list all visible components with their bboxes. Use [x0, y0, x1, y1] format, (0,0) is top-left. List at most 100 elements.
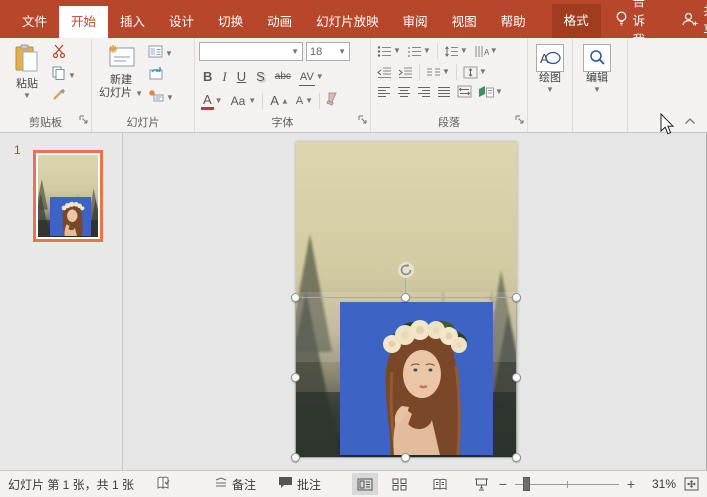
- fit-slide-to-window-button[interactable]: [684, 477, 699, 491]
- line-spacing-button[interactable]: ▼: [442, 44, 470, 59]
- notes-button[interactable]: 备注: [214, 476, 256, 493]
- slide-canvas[interactable]: [123, 133, 707, 470]
- text-direction-button[interactable]: A ▼: [472, 44, 500, 59]
- text-shadow-button[interactable]: S: [252, 68, 269, 86]
- slide-layout-icon: [148, 45, 163, 63]
- font-size-combo[interactable]: 18 ▼: [306, 42, 350, 61]
- chevron-down-icon: ▼: [442, 68, 450, 76]
- lightbulb-icon: [615, 11, 628, 27]
- slides-group-label: 幻灯片: [92, 114, 194, 130]
- change-case-glyph: Aa: [229, 92, 248, 110]
- clear-formatting-button[interactable]: [324, 92, 340, 111]
- tab-insert[interactable]: 插入: [108, 7, 157, 38]
- chevron-down-icon: ▼: [593, 86, 601, 94]
- tab-animations[interactable]: 动画: [255, 7, 304, 38]
- editing-label: 编辑: [586, 72, 608, 85]
- chevron-down-icon: ▼: [546, 86, 554, 94]
- tab-help[interactable]: 帮助: [489, 7, 538, 38]
- distribute-text-button[interactable]: [455, 84, 474, 99]
- resize-handle-bottom-center[interactable]: [401, 453, 410, 462]
- chevron-down-icon: ▼: [291, 48, 299, 56]
- slide-thumbnail-1[interactable]: [33, 150, 103, 242]
- slide-layout-button[interactable]: ▼: [148, 45, 174, 62]
- align-left-button[interactable]: [375, 85, 393, 99]
- justify-button[interactable]: [435, 85, 453, 99]
- section-button[interactable]: ▼: [148, 89, 174, 106]
- resize-handle-middle-right[interactable]: [512, 373, 521, 382]
- resize-handle-bottom-right[interactable]: [512, 453, 521, 462]
- tab-home[interactable]: 开始: [59, 6, 108, 38]
- zoom-percentage[interactable]: 31%: [644, 477, 676, 491]
- font-name-combo[interactable]: ▼: [199, 42, 303, 61]
- chevron-down-icon: ▼: [460, 47, 468, 55]
- numbering-button[interactable]: ▼: [405, 44, 433, 59]
- tab-view[interactable]: 视图: [440, 7, 489, 38]
- rotation-handle[interactable]: [397, 261, 415, 279]
- strikethrough-button[interactable]: abc: [271, 68, 295, 86]
- tab-slideshow[interactable]: 幻灯片放映: [304, 7, 391, 38]
- character-spacing-button[interactable]: AV ▼: [297, 67, 326, 87]
- chevron-down-icon: ▼: [316, 73, 324, 81]
- format-painter-button[interactable]: [52, 89, 76, 106]
- paste-button[interactable]: 粘贴 ▼: [4, 42, 50, 100]
- comments-button[interactable]: 批注: [278, 476, 321, 493]
- underline-button[interactable]: U: [233, 68, 250, 86]
- ribbon: 粘贴 ▼ ▼ 剪贴板: [0, 38, 707, 133]
- resize-handle-middle-left[interactable]: [291, 373, 300, 382]
- reset-slide-button[interactable]: [148, 67, 174, 84]
- change-case-button[interactable]: Aa ▼: [227, 91, 259, 111]
- font-color-glyph: A: [201, 93, 214, 110]
- paste-label: 粘贴: [16, 78, 38, 91]
- font-color-button[interactable]: A ▼: [199, 92, 225, 111]
- thumbnail-scene: [38, 155, 98, 237]
- normal-view-button[interactable]: [352, 473, 378, 495]
- resize-handle-top-right[interactable]: [512, 293, 521, 302]
- shrink-font-glyph: A: [295, 92, 304, 110]
- section-icon: [148, 89, 164, 107]
- increase-font-size-button[interactable]: A ▼: [267, 91, 291, 111]
- resize-handle-top-center[interactable]: [401, 293, 410, 302]
- align-right-button[interactable]: [415, 85, 433, 99]
- clipboard-dialog-launcher[interactable]: [79, 111, 88, 129]
- new-slide-button[interactable]: 新建 幻灯片 ▼: [96, 42, 146, 100]
- tab-design[interactable]: 设计: [157, 7, 206, 38]
- divider: [419, 64, 420, 80]
- share-button[interactable]: 共享: [681, 0, 707, 38]
- resize-handle-bottom-left[interactable]: [291, 453, 300, 462]
- align-text-vertical-button[interactable]: ▼: [461, 65, 489, 80]
- scissors-icon: [52, 44, 67, 63]
- font-dialog-launcher[interactable]: [358, 111, 367, 129]
- increase-indent-button[interactable]: [396, 65, 415, 80]
- chevron-down-icon: ▼: [305, 97, 313, 105]
- convert-to-smartart-button[interactable]: ▼: [476, 84, 505, 99]
- slide-sorter-view-button[interactable]: [386, 473, 412, 495]
- bullets-button[interactable]: ▼: [375, 44, 403, 59]
- zoom-slider[interactable]: [515, 477, 619, 491]
- copy-button[interactable]: ▼: [52, 67, 76, 84]
- reading-view-button[interactable]: [427, 473, 453, 495]
- zoom-out-button[interactable]: −: [496, 477, 510, 491]
- editing-button[interactable]: 编辑 ▼: [577, 42, 617, 94]
- cut-button[interactable]: [52, 45, 76, 62]
- zoom-in-button[interactable]: +: [624, 477, 638, 491]
- woman-photo-thumbnail: [50, 197, 92, 237]
- spell-check-icon[interactable]: [156, 476, 172, 493]
- tab-format-contextual[interactable]: 格式: [552, 4, 601, 38]
- bold-button[interactable]: B: [199, 68, 216, 86]
- decrease-indent-button[interactable]: [375, 65, 394, 80]
- comments-label: 批注: [297, 476, 321, 493]
- tab-review[interactable]: 审阅: [391, 7, 440, 38]
- tab-file[interactable]: 文件: [10, 7, 59, 38]
- resize-handle-top-left[interactable]: [291, 293, 300, 302]
- tab-transitions[interactable]: 切换: [206, 7, 255, 38]
- zoom-slider-thumb[interactable]: [523, 477, 530, 491]
- decrease-font-size-button[interactable]: A ▼: [293, 91, 315, 111]
- italic-button[interactable]: I: [218, 68, 230, 86]
- picture-selection-box[interactable]: [295, 297, 517, 458]
- collapse-ribbon-button[interactable]: [684, 113, 696, 131]
- drawing-button[interactable]: A 绘图 ▼: [532, 42, 568, 94]
- align-center-button[interactable]: [395, 85, 413, 99]
- add-remove-columns-button[interactable]: ▼: [424, 65, 452, 80]
- slideshow-view-button[interactable]: [468, 473, 494, 495]
- paragraph-dialog-launcher[interactable]: [515, 111, 524, 129]
